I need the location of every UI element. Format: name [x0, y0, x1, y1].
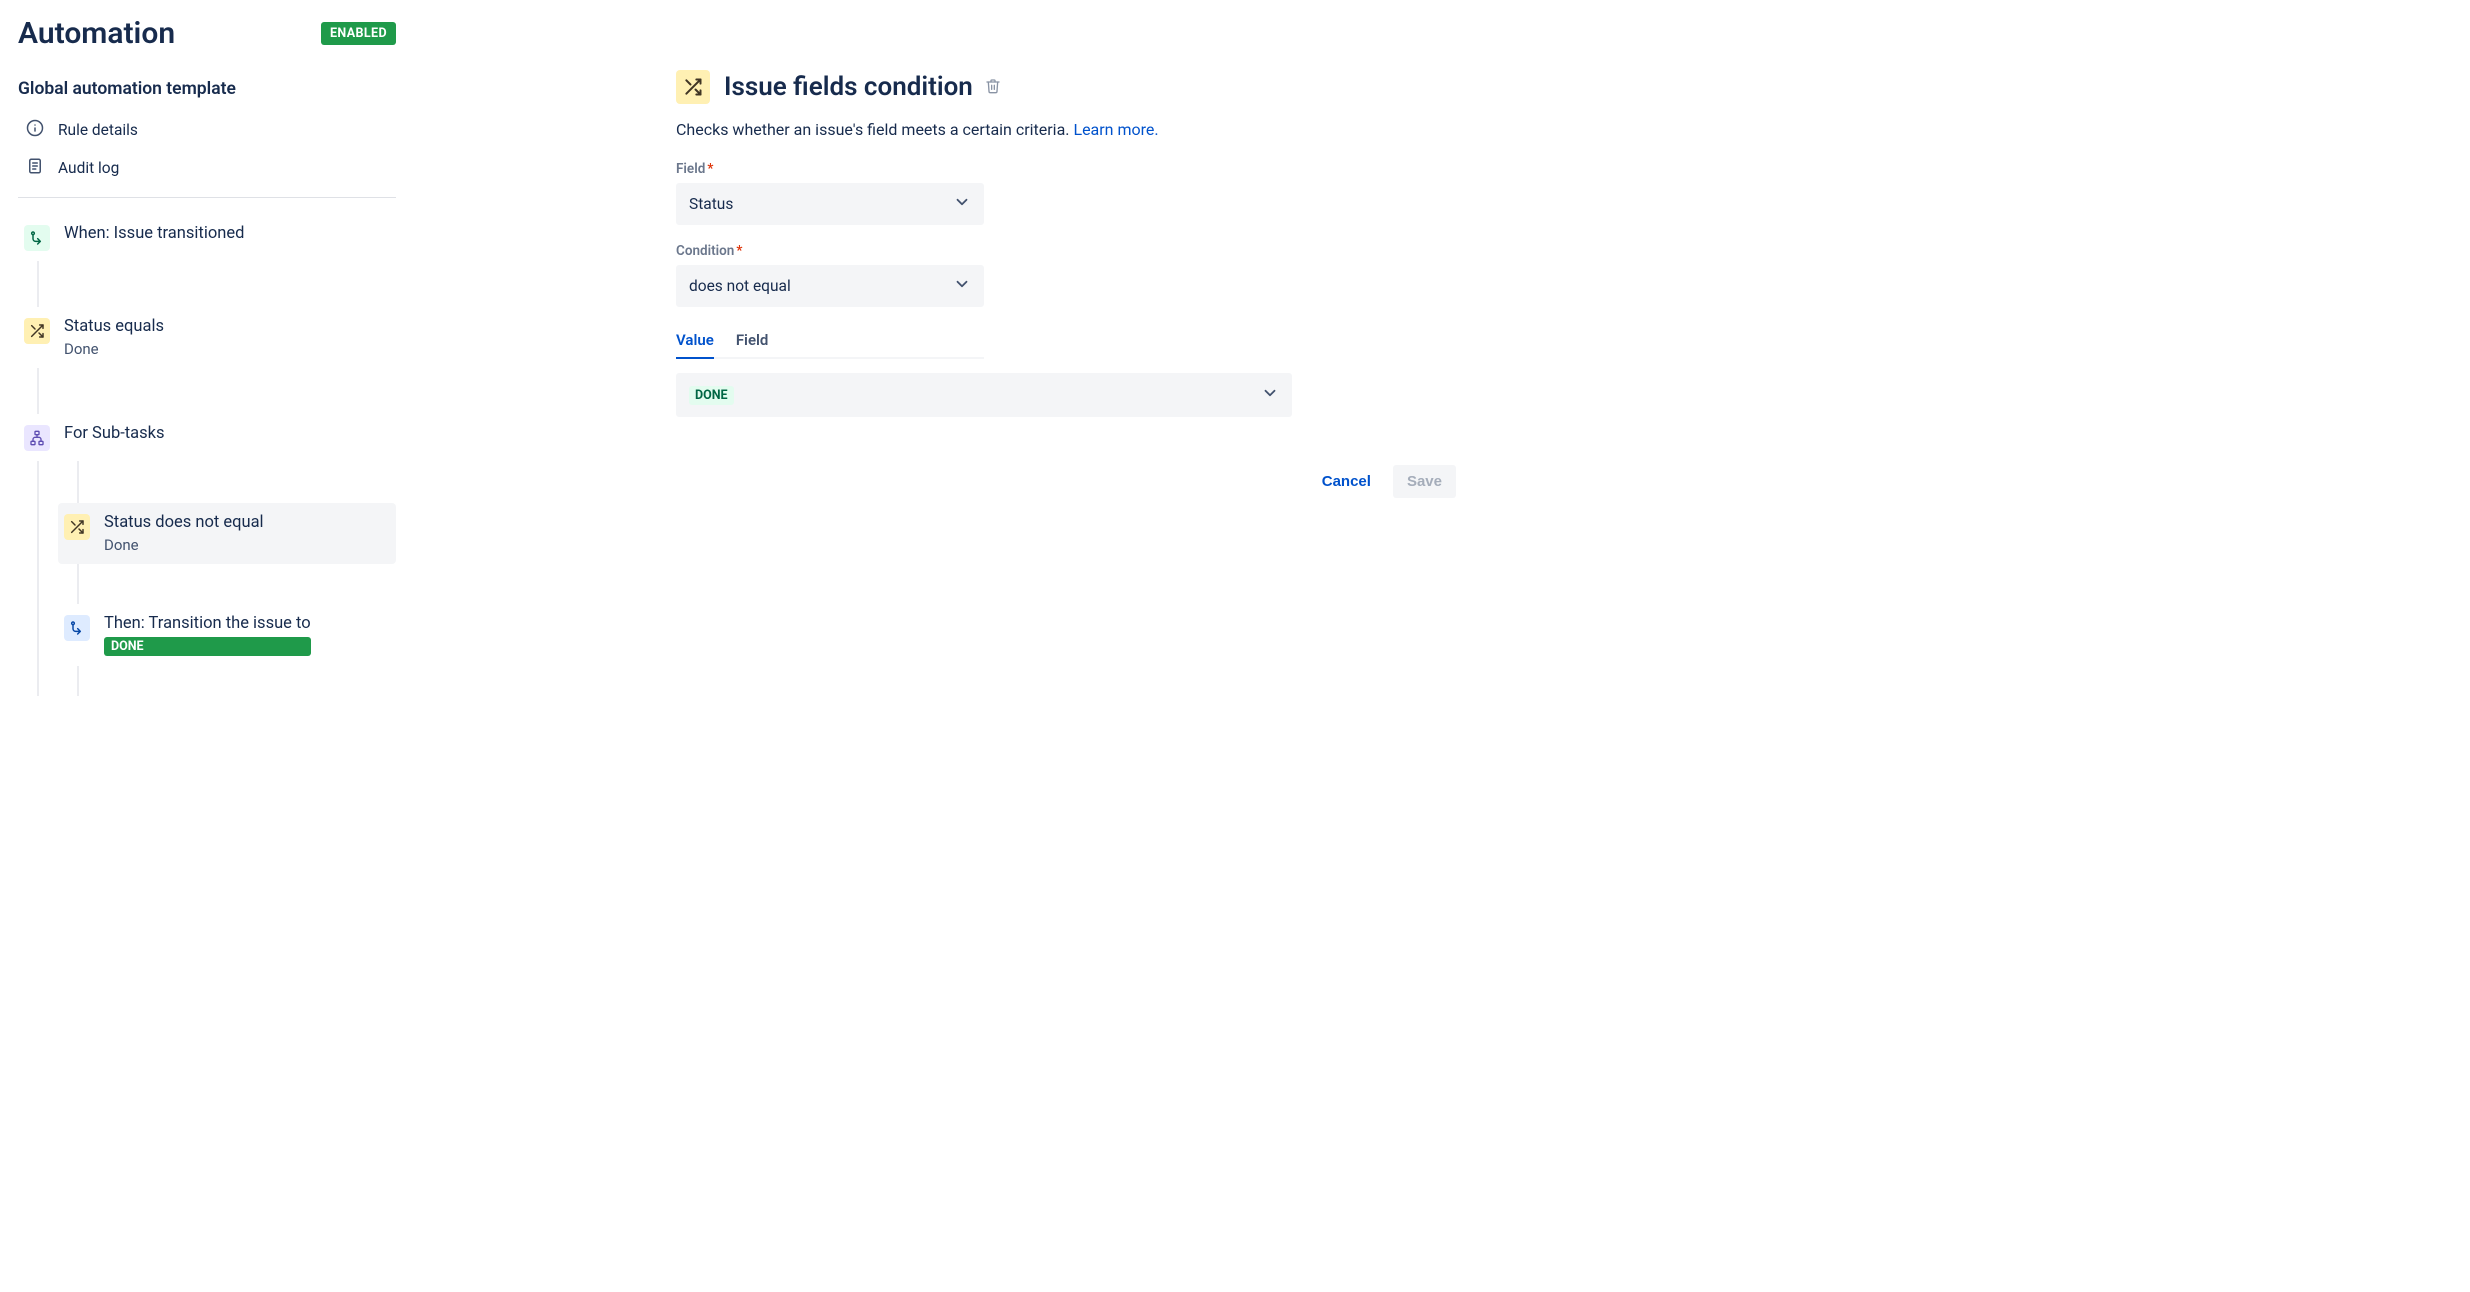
- condition-label: Condition*: [676, 243, 1276, 259]
- value-chip-done: DONE: [689, 386, 734, 405]
- learn-more-link[interactable]: Learn more.: [1073, 120, 1158, 139]
- panel-description: Checks whether an issue's field meets a …: [676, 120, 1073, 139]
- component-editor-panel: Issue fields condition Checks whether an…: [396, 16, 1276, 696]
- action-icon: [64, 615, 90, 641]
- status-badge-enabled[interactable]: ENABLED: [321, 22, 396, 45]
- nav-audit-log[interactable]: Audit log: [18, 149, 396, 187]
- divider: [18, 197, 396, 198]
- field-select[interactable]: Status: [676, 183, 984, 225]
- nav-audit-log-label: Audit log: [58, 159, 119, 177]
- chevron-down-icon: [953, 193, 971, 215]
- trigger-icon: [24, 225, 50, 251]
- delete-component-button[interactable]: [983, 76, 1003, 99]
- panel-icon: [676, 70, 710, 104]
- field-label: Field*: [676, 161, 1276, 177]
- condition-icon: [64, 514, 90, 540]
- rule-step-action-badge: DONE: [104, 637, 311, 656]
- condition-icon: [24, 318, 50, 344]
- condition-select-value: does not equal: [689, 277, 791, 295]
- rule-step-action-transition[interactable]: Then: Transition the issue to DONE: [58, 604, 396, 666]
- rule-step-condition1-sub: Done: [64, 340, 164, 358]
- required-asterisk: *: [736, 243, 742, 259]
- audit-log-icon: [26, 157, 44, 179]
- required-asterisk: *: [707, 161, 713, 177]
- rule-step-condition2-title: Status does not equal: [104, 513, 264, 532]
- rule-sidebar: Automation ENABLED Global automation tem…: [18, 16, 396, 696]
- branch-icon: [24, 425, 50, 451]
- value-select[interactable]: DONE: [676, 373, 1292, 417]
- value-field-tabs: Value Field: [676, 325, 984, 359]
- trash-icon: [985, 78, 1001, 97]
- rule-step-condition1-title: Status equals: [64, 317, 164, 336]
- rule-step-condition-status-not-equal[interactable]: Status does not equal Done: [58, 503, 396, 564]
- tab-field[interactable]: Field: [736, 325, 769, 359]
- cancel-button[interactable]: Cancel: [1310, 465, 1383, 498]
- nav-rule-details-label: Rule details: [58, 121, 138, 139]
- page-title: Automation: [18, 16, 175, 51]
- template-name: Global automation template: [18, 79, 396, 99]
- field-select-value: Status: [689, 195, 733, 213]
- info-icon: [26, 119, 44, 141]
- rule-step-branch[interactable]: For Sub-tasks: [18, 414, 396, 461]
- chevron-down-icon: [953, 275, 971, 297]
- chevron-down-icon: [1261, 384, 1279, 406]
- rule-step-trigger-title: When: Issue transitioned: [64, 224, 244, 243]
- nav-rule-details[interactable]: Rule details: [18, 111, 396, 149]
- rule-step-condition2-sub: Done: [104, 536, 264, 554]
- save-button[interactable]: Save: [1393, 465, 1456, 498]
- condition-select[interactable]: does not equal: [676, 265, 984, 307]
- rule-step-branch-title: For Sub-tasks: [64, 424, 165, 443]
- rule-step-condition-status-equals[interactable]: Status equals Done: [18, 307, 396, 368]
- rule-step-action-title: Then: Transition the issue to: [104, 614, 311, 633]
- panel-title: Issue fields condition: [724, 72, 973, 102]
- tab-value[interactable]: Value: [676, 325, 714, 359]
- rule-step-trigger[interactable]: When: Issue transitioned: [18, 214, 396, 261]
